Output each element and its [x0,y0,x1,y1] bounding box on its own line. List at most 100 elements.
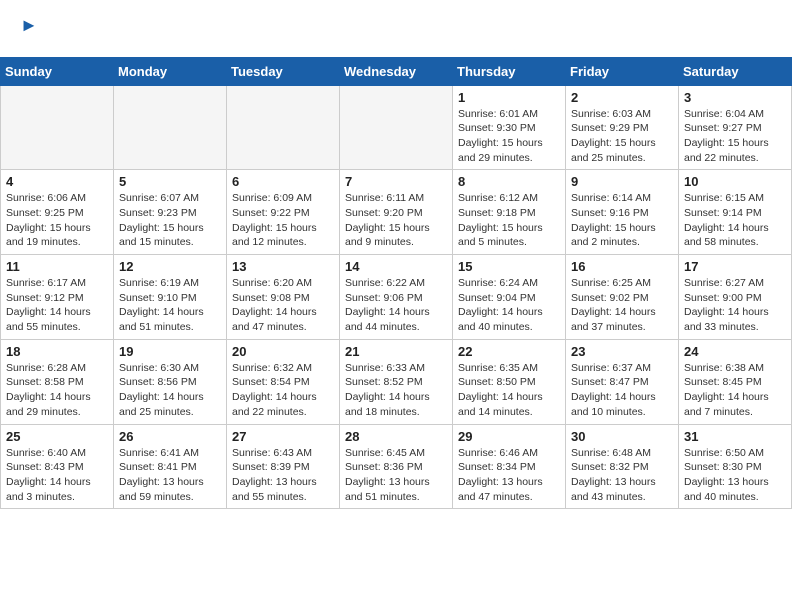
calendar-cell: 9 Sunrise: 6:14 AM Sunset: 9:16 PM Daylig… [566,170,679,255]
day-number: 2 [571,90,673,105]
day-info: Sunrise: 6:25 AM Sunset: 9:02 PM Dayligh… [571,276,673,335]
calendar-cell: 5 Sunrise: 6:07 AM Sunset: 9:23 PM Daylig… [114,170,227,255]
day-number: 28 [345,429,447,444]
day-info: Sunrise: 6:38 AM Sunset: 8:45 PM Dayligh… [684,361,786,420]
calendar-cell: 3 Sunrise: 6:04 AM Sunset: 9:27 PM Daylig… [679,85,792,170]
weekday-header-tuesday: Tuesday [227,57,340,85]
day-number: 8 [458,174,560,189]
day-number: 17 [684,259,786,274]
day-number: 25 [6,429,108,444]
day-info: Sunrise: 6:24 AM Sunset: 9:04 PM Dayligh… [458,276,560,335]
week-row-1: 1 Sunrise: 6:01 AM Sunset: 9:30 PM Daylig… [1,85,792,170]
day-number: 31 [684,429,786,444]
day-info: Sunrise: 6:40 AM Sunset: 8:43 PM Dayligh… [6,446,108,505]
calendar-cell: 30Sunrise: 6:48 AM Sunset: 8:32 PM Dayli… [566,424,679,509]
calendar-cell: 11 Sunrise: 6:17 AM Sunset: 9:12 PM Dayli… [1,255,114,340]
weekday-header-thursday: Thursday [453,57,566,85]
day-number: 5 [119,174,221,189]
day-number: 23 [571,344,673,359]
calendar-cell [227,85,340,170]
calendar-cell: 22 Sunrise: 6:35 AM Sunset: 8:50 PM Dayli… [453,339,566,424]
day-info: Sunrise: 6:09 AM Sunset: 9:22 PM Dayligh… [232,191,334,250]
day-info: Sunrise: 6:37 AM Sunset: 8:47 PM Dayligh… [571,361,673,420]
day-number: 9 [571,174,673,189]
day-number: 15 [458,259,560,274]
day-number: 22 [458,344,560,359]
calendar-cell: 7Sunrise: 6:11 AM Sunset: 9:20 PM Daylig… [340,170,453,255]
logo: ► [20,16,38,45]
day-number: 1 [458,90,560,105]
day-number: 29 [458,429,560,444]
day-info: Sunrise: 6:06 AM Sunset: 9:25 PM Dayligh… [6,191,108,250]
day-number: 11 [6,259,108,274]
weekday-header-friday: Friday [566,57,679,85]
calendar-cell: 27 Sunrise: 6:43 AM Sunset: 8:39 PM Dayli… [227,424,340,509]
day-info: Sunrise: 6:43 AM Sunset: 8:39 PM Dayligh… [232,446,334,505]
weekday-header-sunday: Sunday [1,57,114,85]
day-info: Sunrise: 6:45 AM Sunset: 8:36 PM Dayligh… [345,446,447,505]
day-number: 3 [684,90,786,105]
day-info: Sunrise: 6:22 AM Sunset: 9:06 PM Dayligh… [345,276,447,335]
day-number: 4 [6,174,108,189]
day-info: Sunrise: 6:17 AM Sunset: 9:12 PM Dayligh… [6,276,108,335]
day-info: Sunrise: 6:46 AM Sunset: 8:34 PM Dayligh… [458,446,560,505]
week-row-5: 25 Sunrise: 6:40 AM Sunset: 8:43 PM Dayli… [1,424,792,509]
page-header: ► [0,0,792,49]
week-row-2: 4 Sunrise: 6:06 AM Sunset: 9:25 PM Daylig… [1,170,792,255]
calendar-cell: 23 Sunrise: 6:37 AM Sunset: 8:47 PM Dayli… [566,339,679,424]
day-number: 7 [345,174,447,189]
day-info: Sunrise: 6:07 AM Sunset: 9:23 PM Dayligh… [119,191,221,250]
calendar-cell: 4 Sunrise: 6:06 AM Sunset: 9:25 PM Daylig… [1,170,114,255]
day-number: 16 [571,259,673,274]
weekday-header-saturday: Saturday [679,57,792,85]
day-info: Sunrise: 6:41 AM Sunset: 8:41 PM Dayligh… [119,446,221,505]
day-info: Sunrise: 6:12 AM Sunset: 9:18 PM Dayligh… [458,191,560,250]
calendar-cell: 24 Sunrise: 6:38 AM Sunset: 8:45 PM Dayli… [679,339,792,424]
calendar-cell: 14 Sunrise: 6:22 AM Sunset: 9:06 PM Dayli… [340,255,453,340]
calendar-cell: 18Sunrise: 6:28 AM Sunset: 8:58 PM Dayli… [1,339,114,424]
calendar-cell: 1 Sunrise: 6:01 AM Sunset: 9:30 PM Daylig… [453,85,566,170]
day-number: 26 [119,429,221,444]
day-number: 21 [345,344,447,359]
calendar-cell: 10 Sunrise: 6:15 AM Sunset: 9:14 PM Dayli… [679,170,792,255]
calendar-cell: 31 Sunrise: 6:50 AM Sunset: 8:30 PM Dayli… [679,424,792,509]
calendar-table: SundayMondayTuesdayWednesdayThursdayFrid… [0,57,792,510]
week-row-3: 11 Sunrise: 6:17 AM Sunset: 9:12 PM Dayli… [1,255,792,340]
calendar-cell: 29 Sunrise: 6:46 AM Sunset: 8:34 PM Dayli… [453,424,566,509]
day-number: 30 [571,429,673,444]
calendar-cell: 8 Sunrise: 6:12 AM Sunset: 9:18 PM Daylig… [453,170,566,255]
calendar-cell [340,85,453,170]
day-number: 14 [345,259,447,274]
day-info: Sunrise: 6:20 AM Sunset: 9:08 PM Dayligh… [232,276,334,335]
day-info: Sunrise: 6:01 AM Sunset: 9:30 PM Dayligh… [458,107,560,166]
calendar-cell: 15 Sunrise: 6:24 AM Sunset: 9:04 PM Dayli… [453,255,566,340]
day-info: Sunrise: 6:33 AM Sunset: 8:52 PM Dayligh… [345,361,447,420]
day-number: 24 [684,344,786,359]
weekday-header-row: SundayMondayTuesdayWednesdayThursdayFrid… [1,57,792,85]
calendar-cell [114,85,227,170]
day-info: Sunrise: 6:15 AM Sunset: 9:14 PM Dayligh… [684,191,786,250]
day-info: Sunrise: 6:50 AM Sunset: 8:30 PM Dayligh… [684,446,786,505]
day-info: Sunrise: 6:14 AM Sunset: 9:16 PM Dayligh… [571,191,673,250]
calendar-cell: 16 Sunrise: 6:25 AM Sunset: 9:02 PM Dayli… [566,255,679,340]
day-info: Sunrise: 6:30 AM Sunset: 8:56 PM Dayligh… [119,361,221,420]
calendar-cell: 2Sunrise: 6:03 AM Sunset: 9:29 PM Daylig… [566,85,679,170]
week-row-4: 18Sunrise: 6:28 AM Sunset: 8:58 PM Dayli… [1,339,792,424]
day-number: 20 [232,344,334,359]
calendar-cell [1,85,114,170]
calendar-cell: 19Sunrise: 6:30 AM Sunset: 8:56 PM Dayli… [114,339,227,424]
day-info: Sunrise: 6:28 AM Sunset: 8:58 PM Dayligh… [6,361,108,420]
day-info: Sunrise: 6:04 AM Sunset: 9:27 PM Dayligh… [684,107,786,166]
day-info: Sunrise: 6:19 AM Sunset: 9:10 PM Dayligh… [119,276,221,335]
calendar-cell: 12 Sunrise: 6:19 AM Sunset: 9:10 PM Dayli… [114,255,227,340]
day-info: Sunrise: 6:35 AM Sunset: 8:50 PM Dayligh… [458,361,560,420]
day-number: 12 [119,259,221,274]
calendar-cell: 6 Sunrise: 6:09 AM Sunset: 9:22 PM Daylig… [227,170,340,255]
calendar-cell: 28 Sunrise: 6:45 AM Sunset: 8:36 PM Dayli… [340,424,453,509]
day-info: Sunrise: 6:32 AM Sunset: 8:54 PM Dayligh… [232,361,334,420]
day-number: 13 [232,259,334,274]
day-number: 6 [232,174,334,189]
weekday-header-monday: Monday [114,57,227,85]
day-number: 10 [684,174,786,189]
day-number: 27 [232,429,334,444]
